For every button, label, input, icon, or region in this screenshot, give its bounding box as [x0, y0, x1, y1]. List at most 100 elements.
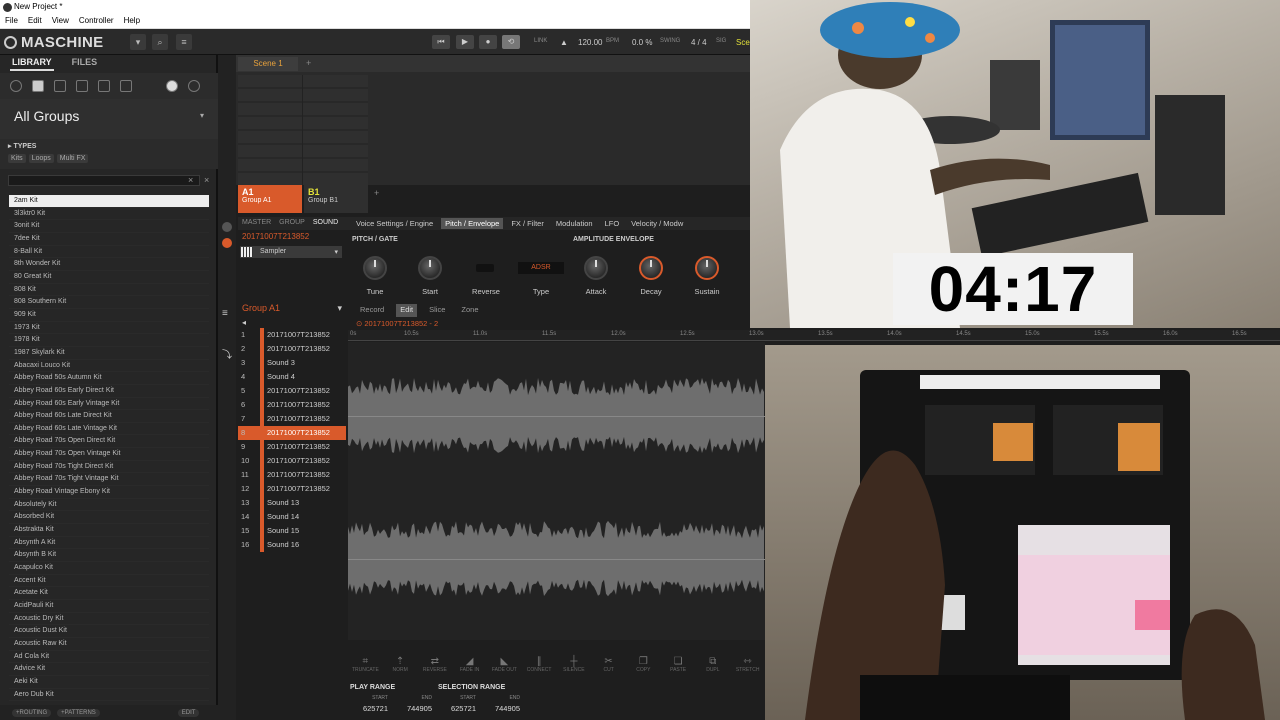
type-chip-multifx[interactable]: Multi FX: [56, 154, 89, 163]
level-master[interactable]: MASTER: [238, 217, 275, 230]
pad-sound-item[interactable]: 8 20171007T213852: [238, 426, 346, 440]
scene-1[interactable]: Scene 1: [238, 57, 298, 71]
signature-value[interactable]: 4 / 4: [691, 38, 707, 47]
tool-silence[interactable]: ┼ SILENCE: [557, 656, 591, 680]
tool-fade-out[interactable]: ◣ FADE OUT: [487, 656, 521, 680]
tool-fade-in[interactable]: ◢ FADE IN: [453, 656, 487, 680]
library-item[interactable]: Abbey Road 60s Late Vintage Kit: [9, 423, 209, 436]
menu-file[interactable]: File: [5, 16, 18, 28]
tab-files[interactable]: FILES: [70, 57, 100, 71]
group-icon[interactable]: [32, 80, 44, 92]
logo-menu-chevron-icon[interactable]: ▾: [130, 34, 146, 50]
library-item[interactable]: Abbey Road 60s Late Direct Kit: [9, 410, 209, 423]
user-icon[interactable]: [188, 80, 200, 92]
library-item[interactable]: Abbey Road 70s Open Vintage Kit: [9, 448, 209, 461]
library-item[interactable]: Acoustic Dust Kit: [9, 625, 209, 638]
pad-group-header[interactable]: Group A1 ▾: [238, 303, 346, 315]
tool-stretch[interactable]: ⇿ STRETCH: [731, 656, 765, 680]
tune-knob[interactable]: [363, 256, 387, 280]
tab-zone[interactable]: Zone: [457, 304, 482, 317]
start-knob[interactable]: [418, 256, 442, 280]
library-item[interactable]: Ad Cola Kit: [9, 651, 209, 664]
level-group[interactable]: GROUP: [275, 217, 309, 230]
routing-button[interactable]: +ROUTING: [12, 708, 52, 717]
pad-sound-item[interactable]: 6 20171007T213852: [238, 398, 346, 412]
library-item[interactable]: 8-Ball Kit: [9, 246, 209, 259]
sample-icon[interactable]: [120, 80, 132, 92]
tool-reverse[interactable]: ⇄ REVERSE: [418, 656, 452, 680]
page-modulation[interactable]: Modulation: [552, 218, 597, 229]
pad-sound-item[interactable]: 10 20171007T213852: [238, 454, 346, 468]
pad-sound-item[interactable]: 14 Sound 14: [238, 510, 346, 524]
link-label[interactable]: LINK: [534, 38, 547, 44]
sound-name[interactable]: 20171007T213852: [242, 232, 309, 241]
library-item[interactable]: 7dee Kit: [9, 233, 209, 246]
record-button[interactable]: ●: [479, 35, 497, 49]
library-item[interactable]: Acapulco Kit: [9, 562, 209, 575]
library-item[interactable]: 3onit Kit: [9, 220, 209, 233]
tool-norm[interactable]: ⇡ NORM: [383, 656, 417, 680]
selection-start-value[interactable]: 625721: [438, 704, 476, 713]
pad-sound-item[interactable]: 5 20171007T213852: [238, 384, 346, 398]
pad-sound-item[interactable]: 9 20171007T213852: [238, 440, 346, 454]
library-item[interactable]: 808 Kit: [9, 284, 209, 297]
tool-connect[interactable]: ∥ CONNECT: [522, 656, 556, 680]
library-item[interactable]: Abbey Road 50s Autumn Kit: [9, 372, 209, 385]
library-item[interactable]: Absynth A Kit: [9, 537, 209, 550]
library-item[interactable]: 909 Kit: [9, 309, 209, 322]
pad-sound-item[interactable]: 15 Sound 15: [238, 524, 346, 538]
waveform-area[interactable]: [348, 342, 765, 640]
pad-sound-item[interactable]: 12 20171007T213852: [238, 482, 346, 496]
library-item[interactable]: Abbey Road Vintage Ebony Kit: [9, 486, 209, 499]
pad-sound-item[interactable]: 3 Sound 3: [238, 356, 346, 370]
menu-help[interactable]: Help: [124, 16, 140, 28]
pad-sound-item[interactable]: 1 20171007T213852: [238, 328, 346, 342]
tab-slice[interactable]: Slice: [425, 304, 449, 317]
library-item[interactable]: Absynth B Kit: [9, 549, 209, 563]
page-voice-settings[interactable]: Voice Settings / Engine: [352, 218, 437, 229]
library-item[interactable]: 1978 Kit: [9, 334, 209, 347]
menu-view[interactable]: View: [52, 16, 69, 28]
library-item[interactable]: Accent Kit: [9, 575, 209, 588]
sampling-icon[interactable]: ⤵: [222, 346, 232, 361]
search-input[interactable]: [8, 175, 200, 186]
arranger-grid[interactable]: [238, 75, 368, 185]
page-pitch-envelope[interactable]: Pitch / Envelope: [441, 218, 504, 229]
selection-end-value[interactable]: 744905: [482, 704, 520, 713]
library-item[interactable]: Abbey Road 60s Early Direct Kit: [9, 385, 209, 398]
library-item[interactable]: 8th Wonder Kit: [9, 258, 209, 271]
effect-icon[interactable]: [98, 80, 110, 92]
reverse-toggle[interactable]: [476, 264, 494, 272]
patterns-button[interactable]: +PATTERNS: [57, 708, 100, 717]
tempo-value[interactable]: 120.00: [578, 38, 602, 47]
group-filter[interactable]: All Groups ▾: [0, 99, 218, 139]
library-item[interactable]: 1973 Kit: [9, 322, 209, 335]
focus-icon[interactable]: [222, 238, 232, 248]
rewind-button[interactable]: ⏮: [432, 35, 450, 49]
prev-page-icon[interactable]: ◂: [242, 318, 246, 327]
tool-paste[interactable]: ❏ PASTE: [661, 656, 695, 680]
library-item[interactable]: Abstrakta Kit: [9, 524, 209, 537]
pad-sound-item[interactable]: 11 20171007T213852: [238, 468, 346, 482]
timeline-ruler[interactable]: 0s 10.5s 11.0s 11.5s 12.0s 12.5s 13.0s 13.5s 14.…: [348, 330, 1280, 341]
tool-dupl[interactable]: ⧉ DUPL: [696, 656, 730, 680]
menu-edit[interactable]: Edit: [28, 16, 42, 28]
factory-icon[interactable]: [166, 80, 178, 92]
loop-button[interactable]: ⟲: [502, 35, 520, 49]
envelope-type-select[interactable]: ADSR: [518, 262, 564, 274]
pad-sound-item[interactable]: 13 Sound 13: [238, 496, 346, 510]
library-item[interactable]: Aeki Kit: [9, 676, 209, 689]
library-item[interactable]: 2am Kit: [9, 195, 209, 208]
play-end-value[interactable]: 744905: [394, 704, 432, 713]
tab-edit[interactable]: Edit: [396, 304, 418, 317]
pad-sound-item[interactable]: 2 20171007T213852: [238, 342, 346, 356]
play-button[interactable]: ▶: [456, 35, 474, 49]
tool-cut[interactable]: ✂ CUT: [592, 656, 626, 680]
sample-name[interactable]: ⊙ 20171007T213852 - 2: [356, 319, 438, 328]
page-lfo[interactable]: LFO: [601, 218, 624, 229]
library-item[interactable]: Acoustic Raw Kit: [9, 638, 209, 651]
swing-value[interactable]: 0.0 %: [632, 38, 652, 47]
library-item[interactable]: Acoustic Dry Kit: [9, 613, 209, 626]
close-search-icon[interactable]: ×: [204, 175, 209, 185]
library-item[interactable]: AcidPauli Kit: [9, 600, 209, 613]
